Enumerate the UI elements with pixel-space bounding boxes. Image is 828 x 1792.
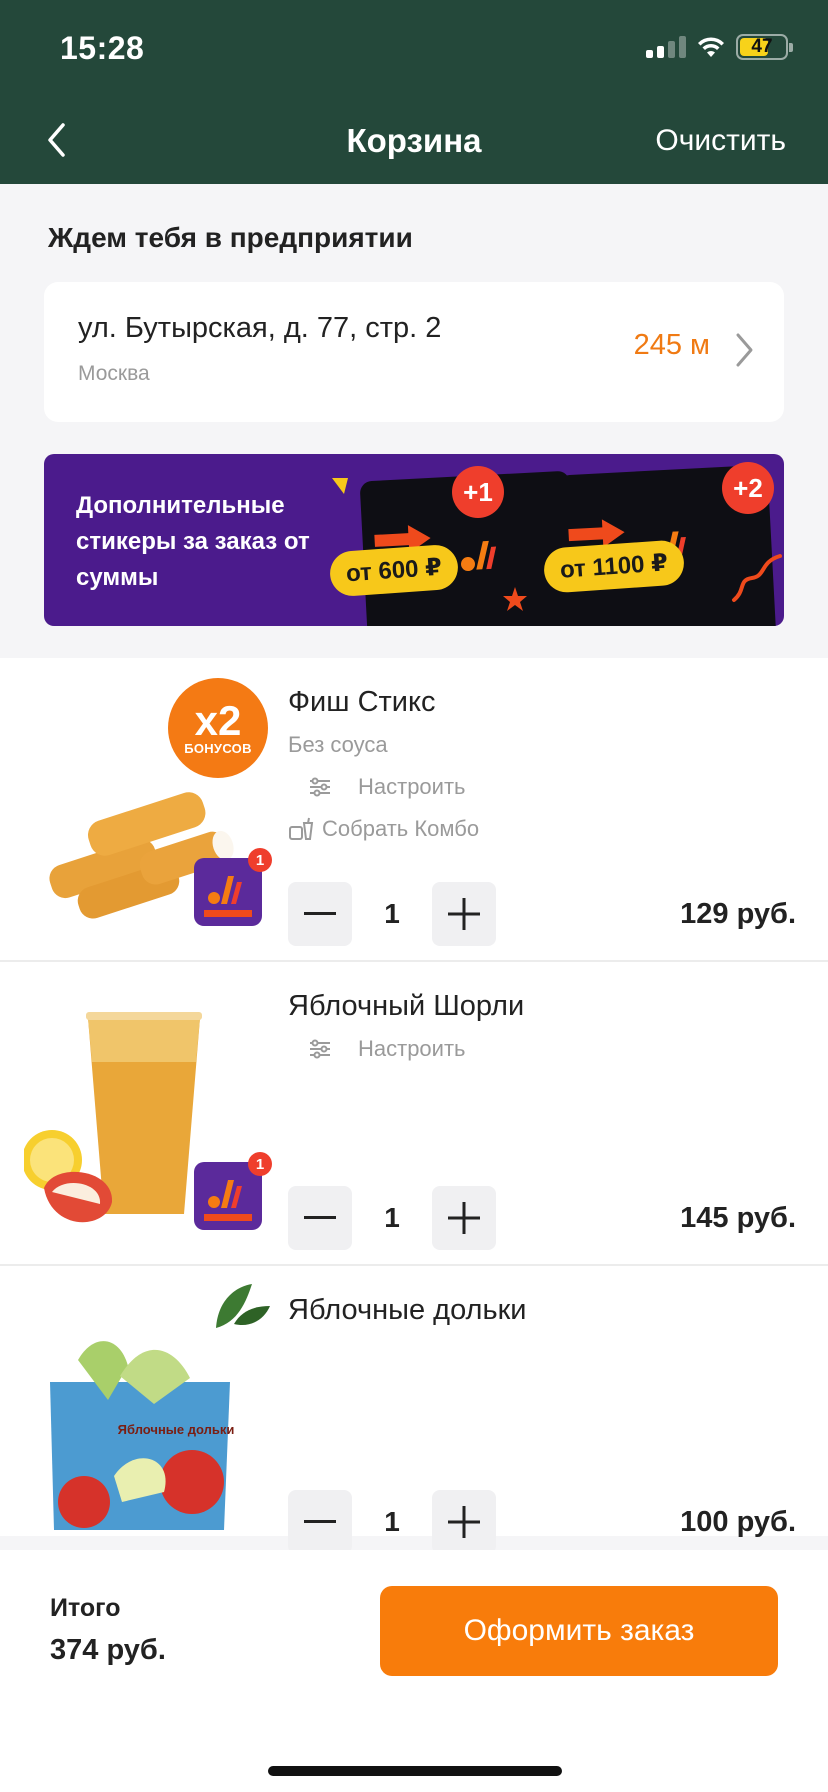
- chevron-right-icon: [736, 333, 753, 367]
- promo-plus-2: +2: [722, 462, 774, 514]
- star-decor-icon: [503, 587, 527, 611]
- item-price: 145 руб.: [680, 1202, 796, 1234]
- combo-icon: [289, 817, 314, 840]
- quantity-value: 1: [384, 898, 400, 929]
- promo-plus-1: +1: [452, 466, 504, 518]
- plus-icon: [448, 898, 480, 930]
- sticker-count-badge: 1: [248, 1152, 272, 1176]
- clear-cart-button[interactable]: Очистить: [655, 124, 786, 158]
- sliders-icon: [310, 1039, 330, 1059]
- total-value: 374 руб.: [50, 1634, 166, 1666]
- item-name: Яблочный Шорли: [288, 990, 525, 1022]
- battery-level: 47: [751, 36, 773, 57]
- pickup-distance: 245 м: [633, 329, 710, 361]
- minus-icon: [304, 1520, 336, 1523]
- build-combo-link[interactable]: Собрать Комбо: [288, 816, 479, 842]
- decrease-button[interactable]: [288, 1490, 352, 1554]
- battery-icon: 47: [736, 34, 793, 60]
- decrease-button[interactable]: [288, 1186, 352, 1250]
- squiggle-decor-icon: [732, 554, 782, 602]
- pickup-address-card[interactable]: ул. Бутырская, д. 77, стр. 2 Москва 245 …: [44, 282, 784, 422]
- total-label: Итого: [50, 1594, 121, 1622]
- cart-item: 1 Яблочный Шорли Настроить 1 145 руб.: [0, 962, 828, 1266]
- bonus-label: БОНУСОВ: [184, 740, 252, 756]
- quantity-stepper: 1: [288, 1186, 496, 1250]
- customize-label: Настроить: [358, 774, 466, 799]
- pickup-heading: Ждем тебя в предприятии: [48, 222, 413, 253]
- promo-text: Дополнительные стикеры за заказ от суммы: [76, 492, 310, 591]
- quantity-value: 1: [384, 1202, 400, 1233]
- bonus-badge: x2 БОНУСОВ: [168, 678, 268, 778]
- item-name: Фиш Стикс: [288, 686, 436, 718]
- wifi-icon: [698, 37, 724, 57]
- status-indicators: 47: [646, 34, 793, 60]
- minus-icon: [304, 912, 336, 915]
- pickup-city: Москва: [78, 362, 150, 385]
- cart-items-list: x2 БОНУСОВ 1 Фиш Стикс Без соуса Настрои…: [0, 658, 828, 1554]
- combo-label: Собрать Комбо: [322, 816, 480, 841]
- sticker-promo-banner[interactable]: Дополнительные стикеры за заказ от суммы…: [44, 454, 784, 626]
- checkout-button[interactable]: Оформить заказ: [380, 1586, 778, 1676]
- plus-icon: [448, 1202, 480, 1234]
- pickup-street: ул. Бутырская, д. 77, стр. 2: [78, 312, 442, 344]
- minus-icon: [304, 1216, 336, 1219]
- item-price: 100 руб.: [680, 1506, 796, 1538]
- quantity-stepper: 1: [288, 1490, 496, 1554]
- brand-logo-icon: [461, 540, 497, 572]
- bonus-multiplier: x2: [194, 696, 242, 744]
- increase-button[interactable]: [432, 1490, 496, 1554]
- increase-button[interactable]: [432, 882, 496, 946]
- cart-item: x2 БОНУСОВ 1 Фиш Стикс Без соуса Настрои…: [0, 658, 828, 962]
- top-bar: 15:28 47 Корзина Очистить: [0, 0, 828, 184]
- triangle-decor-icon: [332, 478, 348, 494]
- leaf-icon: [216, 1284, 270, 1328]
- sliders-icon: [310, 777, 330, 797]
- cart-item: Яблочные дольки Яблочные дольки 1 100 ру…: [0, 1266, 828, 1554]
- customize-link[interactable]: Настроить: [308, 1036, 466, 1062]
- plus-icon: [448, 1506, 480, 1538]
- home-indicator[interactable]: [268, 1766, 562, 1776]
- item-name: Яблочные дольки: [288, 1294, 527, 1326]
- customize-link[interactable]: Настроить: [308, 774, 466, 800]
- quantity-value: 1: [384, 1506, 400, 1537]
- customize-label: Настроить: [358, 1036, 466, 1061]
- quantity-stepper: 1: [288, 882, 496, 946]
- apple-slices-image: Яблочные дольки: [50, 1341, 235, 1530]
- checkout-footer: Итого 374 руб. Оформить заказ: [0, 1550, 828, 1792]
- status-time: 15:28: [60, 30, 145, 66]
- sticker-count-badge: 1: [248, 848, 272, 872]
- cellular-signal-icon: [646, 36, 686, 58]
- package-label: Яблочные дольки: [118, 1422, 235, 1437]
- decrease-button[interactable]: [288, 882, 352, 946]
- increase-button[interactable]: [432, 1186, 496, 1250]
- promo-threshold-1: от 600 ₽: [328, 543, 460, 598]
- item-sauce: Без соуса: [288, 732, 388, 757]
- item-price: 129 руб.: [680, 898, 796, 930]
